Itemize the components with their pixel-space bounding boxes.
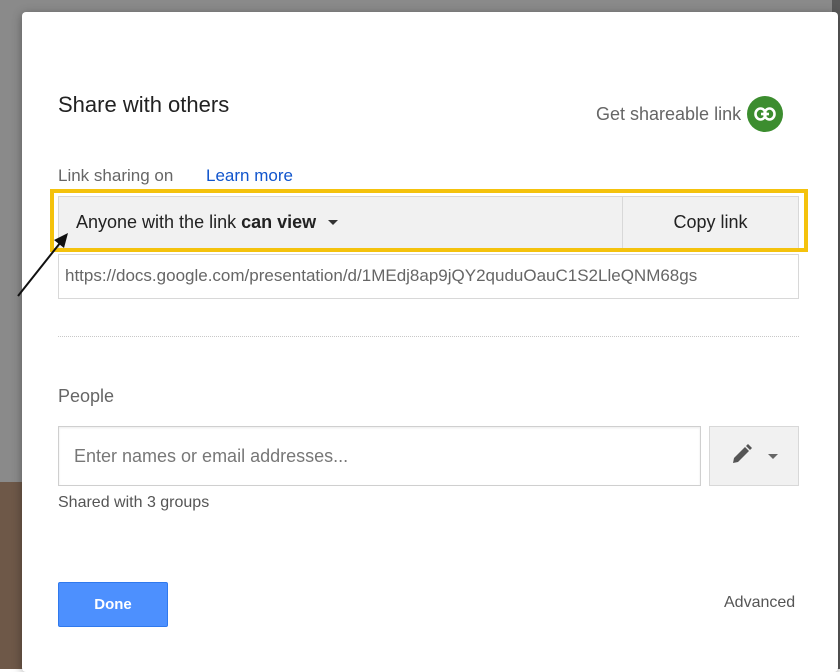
get-shareable-link[interactable]: Get shareable link [596, 96, 784, 132]
advanced-link[interactable]: Advanced [724, 594, 795, 612]
share-dialog: Share with others Get shareable link Lin… [17, 12, 838, 672]
caret-down-icon [768, 453, 778, 459]
permission-prefix: Anyone with the link [76, 212, 237, 232]
section-divider [58, 336, 799, 337]
copy-link-button[interactable]: Copy link [623, 197, 798, 248]
link-icon[interactable] [747, 96, 784, 132]
dialog-title: Share with others [58, 92, 230, 117]
link-permission-dropdown[interactable]: Anyone with the link can view [59, 197, 623, 248]
shared-with-text: Shared with 3 groups [58, 494, 210, 511]
people-input[interactable]: Enter names or email addresses... [58, 426, 701, 486]
people-label: People [58, 386, 115, 406]
link-sharing-status: Link sharing on [58, 166, 174, 185]
pencil-icon [730, 442, 758, 471]
get-link-label: Get shareable link [596, 103, 742, 124]
share-url-field[interactable]: https://docs.google.com/presentation/d/1… [58, 254, 799, 299]
done-button[interactable]: Done [58, 582, 168, 627]
link-permission-row: Anyone with the link can view Copy link [58, 196, 799, 249]
permission-edit-button[interactable] [709, 426, 799, 486]
learn-more-link[interactable]: Learn more [206, 166, 293, 186]
caret-down-icon [328, 220, 339, 225]
arrow-annotation [17, 233, 68, 297]
permission-value: can view [241, 212, 317, 232]
